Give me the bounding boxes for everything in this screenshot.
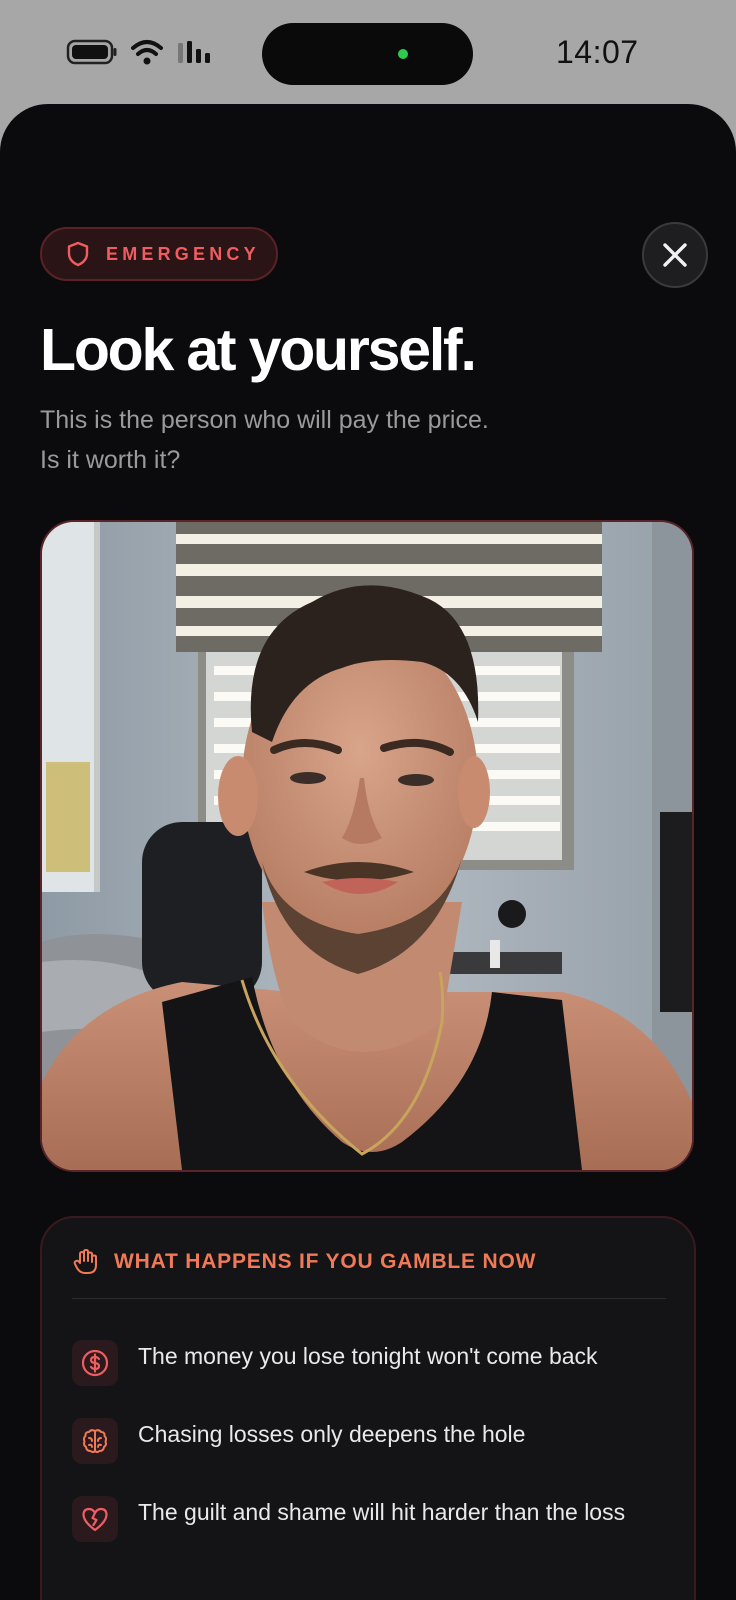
close-icon — [663, 243, 687, 267]
broken-heart-icon — [82, 1507, 108, 1532]
badge-label: EMERGENCY — [106, 243, 260, 264]
page-title: Look at yourself. — [40, 317, 477, 383]
consequences-panel: WHAT HAPPENS IF YOU GAMBLE NOW The money… — [40, 1216, 696, 1600]
panel-divider — [72, 1298, 666, 1299]
shield-icon — [67, 241, 89, 267]
dynamic-island — [262, 23, 473, 85]
panel-title: WHAT HAPPENS IF YOU GAMBLE NOW — [114, 1250, 537, 1273]
consequence-icon-box — [72, 1496, 118, 1542]
consequence-icon-box — [72, 1418, 118, 1464]
consequence-text: The guilt and shame will hit harder than… — [138, 1499, 626, 1525]
consequence-item: The guilt and shame will hit harder than… — [72, 1496, 638, 1542]
subtitle-line-2: Is it worth it? — [40, 446, 181, 474]
status-time: 14:07 — [556, 34, 639, 70]
battery-icon — [66, 39, 117, 65]
consequence-text: Chasing losses only deepens the hole — [138, 1421, 526, 1447]
camera-indicator — [398, 49, 408, 59]
consequence-text: The money you lose tonight won't come ba… — [138, 1343, 598, 1369]
page-subtitle: This is the person who will pay the pric… — [40, 400, 680, 480]
consequence-item: Chasing losses only deepens the hole — [72, 1418, 638, 1464]
close-button[interactable] — [642, 222, 708, 288]
consequence-icon-box — [72, 1340, 118, 1386]
panel-header: WHAT HAPPENS IF YOU GAMBLE NOW — [72, 1248, 536, 1276]
hand-icon — [73, 1249, 97, 1274]
subtitle-line-1: This is the person who will pay the pric… — [40, 406, 489, 434]
emergency-badge: EMERGENCY — [40, 227, 278, 281]
wifi-icon — [131, 40, 163, 65]
consequence-item: The money you lose tonight won't come ba… — [72, 1340, 638, 1386]
brain-icon — [82, 1429, 108, 1453]
status-icons — [66, 38, 216, 66]
emergency-sheet: EMERGENCY Look at yourself. This is the … — [0, 104, 736, 1600]
status-bar: 14:07 — [0, 0, 736, 104]
dollar-icon — [81, 1349, 109, 1377]
selfie-photo — [40, 520, 694, 1172]
signal-icon — [178, 41, 210, 63]
